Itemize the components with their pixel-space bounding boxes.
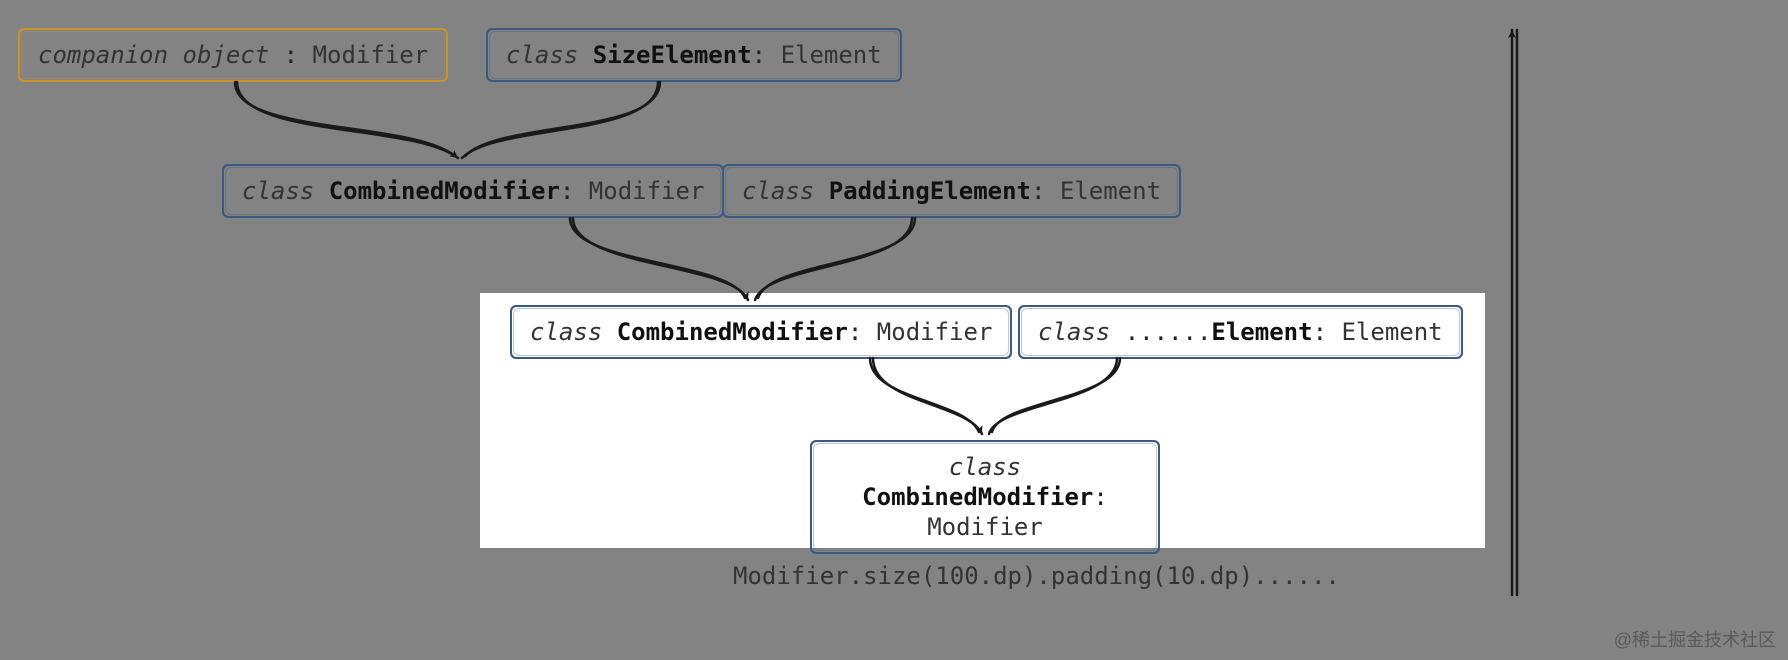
class-name: CombinedModifier [617, 318, 848, 346]
sep: : [848, 318, 877, 346]
type: Element [1341, 318, 1442, 346]
class-name: Element [1211, 318, 1312, 346]
keyword: class [949, 453, 1021, 481]
class-name: SizeElement [593, 41, 752, 69]
sep: : [269, 41, 312, 69]
node-combined-modifier-1: class CombinedModifier: Modifier [222, 164, 724, 218]
class-name: PaddingElement [829, 177, 1031, 205]
type: Element [781, 41, 882, 69]
keyword: class [1038, 318, 1125, 346]
keyword: class [242, 177, 329, 205]
type: Modifier [589, 177, 705, 205]
keyword: class [742, 177, 829, 205]
type: Modifier [313, 41, 429, 69]
keyword: class [530, 318, 617, 346]
dots: ...... [1125, 318, 1212, 346]
sep: : [1031, 177, 1060, 205]
keyword: class [506, 41, 593, 69]
sep: : [752, 41, 781, 69]
code-caption: Modifier.size(100.dp).padding(10.dp)....… [733, 562, 1340, 590]
node-combined-modifier-3: class CombinedModifier: Modifier [810, 440, 1160, 554]
node-padding-element: class PaddingElement: Element [722, 164, 1181, 218]
node-size-element: class SizeElement: Element [486, 28, 902, 82]
keyword: companion object [38, 41, 269, 69]
class-name: CombinedModifier [329, 177, 560, 205]
class-name: CombinedModifier [862, 483, 1093, 511]
type: Modifier [877, 318, 993, 346]
diagram-canvas: companion object : Modifier class SizeEl… [0, 0, 1788, 660]
sep: : [1313, 318, 1342, 346]
sep: : [560, 177, 589, 205]
node-combined-modifier-2: class CombinedModifier: Modifier [510, 305, 1012, 359]
type: Element [1060, 177, 1161, 205]
watermark: @稀土掘金技术社区 [1614, 626, 1776, 652]
node-generic-element: class ......Element: Element [1018, 305, 1463, 359]
node-companion-object: companion object : Modifier [18, 28, 448, 82]
type: Modifier [927, 513, 1043, 541]
sep: : [1093, 483, 1107, 511]
